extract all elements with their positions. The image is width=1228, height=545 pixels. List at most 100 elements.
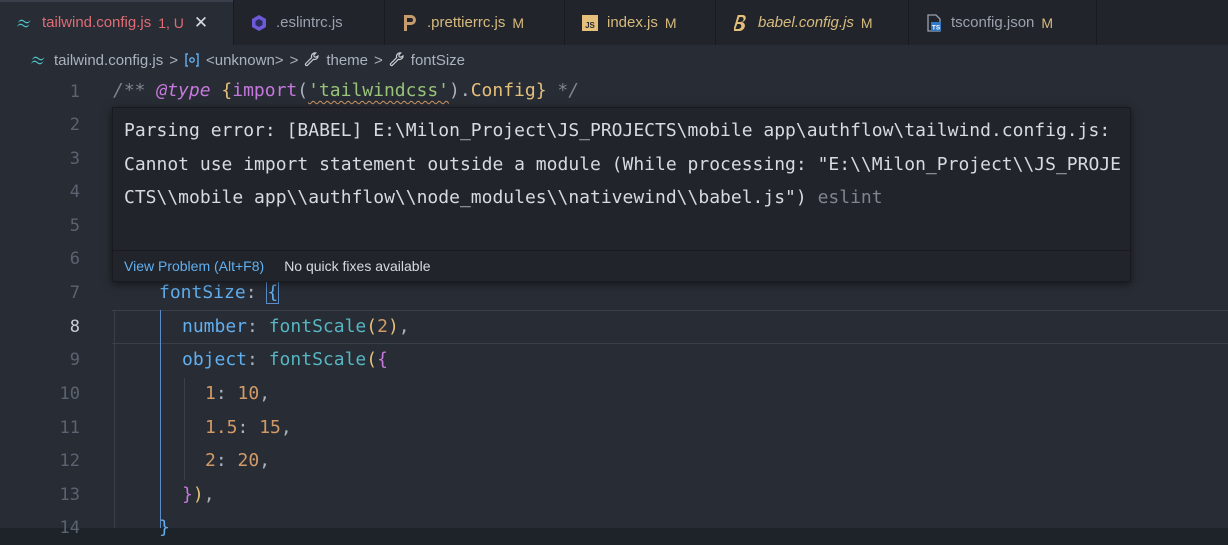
error-message: Parsing error: [BABEL] E:\Milon_Project\…: [124, 114, 1124, 215]
breadcrumb: tailwind.config.js > <unknown> > theme >…: [0, 45, 1228, 75]
tab-tailwind-config[interactable]: tailwind.config.js 1, U ✕: [0, 0, 234, 45]
line-number: 6: [69, 249, 80, 269]
breadcrumb-fontsize-label: fontSize: [410, 51, 465, 69]
code-line-14: }: [113, 511, 1228, 545]
code-line-1: /** @type {import('tailwindcss').Config}…: [113, 74, 1228, 108]
tab-label: tailwind.config.js: [42, 14, 152, 31]
code-token: ): [192, 484, 204, 505]
prettier-icon: [399, 14, 421, 32]
ts-file-icon: TS: [923, 13, 945, 32]
breadcrumb-fontsize[interactable]: fontSize: [389, 52, 465, 69]
tab-babel-config[interactable]: babel.config.js M: [716, 0, 909, 45]
code-line-8: number: fontScale(2),: [113, 310, 1228, 344]
code-token: */: [546, 80, 580, 101]
code-token: ): [387, 316, 399, 337]
chevron-right-icon: >: [289, 51, 299, 69]
tab-tsconfig[interactable]: TS tsconfig.json M: [909, 0, 1097, 45]
babel-icon: [730, 14, 752, 32]
code-token: /**: [113, 80, 157, 101]
tab-label: tsconfig.json: [951, 14, 1035, 31]
code-token: ,: [259, 383, 271, 404]
tab-eslintrc[interactable]: .eslintrc.js: [234, 0, 385, 45]
wrench-icon: [304, 52, 320, 68]
code-token: @type: [156, 80, 211, 101]
code-token: {: [221, 80, 233, 101]
tab-label: babel.config.js: [758, 14, 854, 31]
tab-label: .prettierrc.js: [427, 14, 506, 31]
error-source: eslint: [817, 187, 883, 208]
code-line-10: 1: 10,: [113, 377, 1228, 411]
code-token: 2: [205, 450, 216, 471]
code-token: ,: [203, 484, 215, 505]
code-token: fontScale: [268, 349, 367, 370]
error-message-text: Parsing error: [BABEL] E:\Milon_Project\…: [124, 120, 1121, 208]
code-token: ,: [398, 316, 410, 337]
code-token: ,: [280, 417, 292, 438]
breadcrumb-file[interactable]: tailwind.config.js: [30, 52, 163, 69]
code-token: object: [182, 349, 248, 370]
code-line-12: 2: 20,: [113, 444, 1228, 478]
breadcrumb-theme-label: theme: [326, 51, 369, 69]
tab-index-js[interactable]: JS index.js M: [565, 0, 716, 45]
line-number: 9: [69, 350, 80, 370]
line-number: 1: [69, 82, 80, 102]
view-problem-link[interactable]: View Problem (Alt+F8): [124, 258, 264, 274]
code-token: 20: [237, 450, 260, 471]
code-editor[interactable]: 1 2 3 4 5 6 7 8 9 10 11 12 13 14 /** @ty…: [0, 74, 1228, 538]
code-token: }: [535, 80, 547, 101]
code-token: .: [459, 80, 471, 101]
tab-label: index.js: [607, 14, 658, 31]
tab-prettierrc[interactable]: .prettierrc.js M: [385, 0, 565, 45]
tab-status: M: [1041, 14, 1054, 31]
line-number: 5: [69, 216, 80, 236]
editor-tab-bar: tailwind.config.js 1, U ✕ .eslintrc.js .…: [0, 0, 1228, 45]
line-number: 11: [59, 418, 80, 438]
chevron-right-icon: >: [169, 51, 178, 69]
code-token-error: 'tailwindcss': [308, 80, 449, 101]
object-symbol-icon: [184, 53, 200, 67]
line-number: 3: [69, 149, 80, 169]
code-token: number: [182, 316, 248, 337]
code-token: fontSize: [159, 282, 246, 303]
line-number: 14: [59, 518, 80, 538]
code-token: (: [366, 349, 378, 370]
line-number: 10: [59, 384, 80, 404]
tab-status: 1, U: [158, 14, 184, 31]
breadcrumb-unknown[interactable]: <unknown>: [184, 52, 284, 69]
code-line-11: 1.5: 15,: [113, 411, 1228, 445]
code-token: ,: [259, 450, 271, 471]
svg-text:TS: TS: [932, 24, 941, 31]
js-file-icon: JS: [579, 14, 601, 31]
code-token: (: [366, 316, 378, 337]
code-token: }: [182, 484, 193, 505]
code-line-13: }),: [113, 478, 1228, 512]
close-icon[interactable]: ✕: [194, 13, 208, 33]
eslint-icon: [248, 14, 270, 32]
chevron-right-icon: >: [374, 51, 383, 69]
breadcrumb-theme[interactable]: theme: [304, 52, 368, 69]
code-token: ): [449, 80, 460, 101]
line-number-current: 8: [69, 317, 80, 337]
code-token: 1: [205, 383, 216, 404]
tab-label: .eslintrc.js: [276, 14, 343, 31]
breadcrumb-unknown-label: <unknown>: [205, 51, 284, 69]
no-quick-fixes-label: No quick fixes available: [284, 258, 431, 274]
error-hover-popup[interactable]: Parsing error: [BABEL] E:\Milon_Project\…: [112, 107, 1131, 282]
code-token: :: [215, 450, 238, 471]
code-token: {: [266, 281, 280, 304]
line-number: 2: [69, 115, 80, 135]
code-token: (: [297, 80, 309, 101]
svg-text:JS: JS: [585, 21, 595, 30]
code-token: {: [377, 349, 388, 370]
code-token: :: [215, 383, 238, 404]
code-token: 15: [259, 417, 281, 438]
code-token: :: [247, 316, 269, 337]
tab-status: M: [512, 14, 525, 31]
breadcrumb-file-label: tailwind.config.js: [54, 51, 164, 69]
code-token: Config: [470, 80, 536, 101]
code-token: :: [237, 417, 260, 438]
line-number: 13: [59, 485, 80, 505]
code-token: 10: [237, 383, 260, 404]
tab-status: M: [664, 14, 677, 31]
